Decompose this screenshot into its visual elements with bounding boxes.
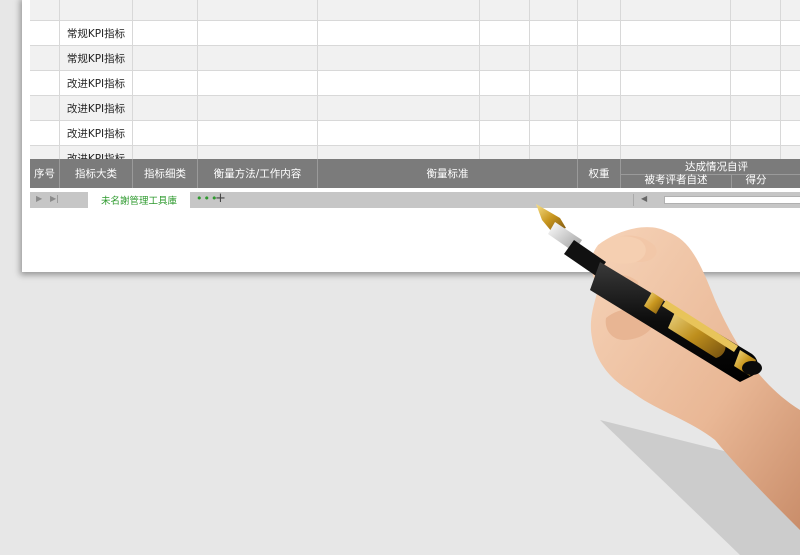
hand-with-pen-illustration [536,204,800,555]
